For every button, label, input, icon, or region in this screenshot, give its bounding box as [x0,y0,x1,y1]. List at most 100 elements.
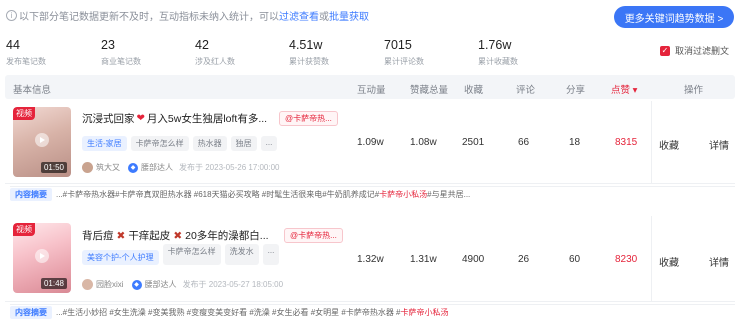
checkbox-checked-icon[interactable]: ✓ [660,45,670,56]
likes-value: 8315 [615,137,638,148]
author-name[interactable]: 园脸xixi [96,279,124,290]
content-text-tail: #与星共居... [427,190,471,199]
title-text: 月入5w女生独居loft有多... [146,113,268,125]
title-text: 沉浸式回家 [82,113,135,125]
stat-comments: 7015 累计评论数 [384,38,424,67]
stat-notes: 44 发布笔记数 [6,38,46,67]
title-text: 背后痘 [82,230,114,242]
col-likes-total[interactable]: 赞藏总量 [410,82,448,96]
topic-tag: 卡萨帝怎么样 [162,244,221,265]
col-actions: 操作 [684,85,704,96]
note-title[interactable]: 背后痘 ✖ 干痒起皮 ✖ 20多年的澡都白... [82,228,269,243]
brand-tag[interactable]: @卡萨帝热... [279,111,338,126]
content-highlight: 卡萨帝小私汤 [379,190,428,199]
shares-value: 18 [569,137,581,148]
stat-value: 4.51w [289,38,323,52]
table-row: 视频 01:50 沉浸式回家 ❤ 月入5w女生独居loft有多... @卡萨帝热… [5,101,735,184]
detail-action[interactable]: 详情 [709,137,729,152]
stat-label: 涉及红人数 [195,57,235,66]
stat-label: 累计收藏数 [478,57,518,66]
cross-icon: ✖ [116,229,126,242]
kol-level: 腰部达人 [144,280,177,289]
col-interaction[interactable]: 互动量 [357,82,386,96]
stat-label: 商业笔记数 [101,57,141,66]
col-basic-info: 基本信息 [13,85,52,96]
info-icon: i [6,10,17,21]
stat-label: 累计获赞数 [289,57,329,66]
comments-value: 26 [518,254,530,265]
video-thumbnail[interactable]: 视频 01:48 [13,223,71,293]
stat-value: 1.76w [478,38,512,52]
interaction-value: 1.09w [357,137,384,148]
title-text: 干痒起皮 [128,230,171,242]
col-favorites[interactable]: 收藏 [464,82,483,96]
stat-favorites: 1.76w 累计收藏数 [478,38,518,67]
video-duration: 01:48 [40,278,67,289]
filter-deleted-label: 取消过滤删文 [675,46,730,56]
publish-date: 发布于 2023-05-26 17:00:00 [179,163,280,172]
video-thumbnail[interactable]: 视频 01:50 [13,107,71,177]
video-badge: 视频 [13,107,35,120]
video-badge: 视频 [13,223,35,236]
heart-icon: ❤ [136,113,145,124]
play-icon [35,249,49,263]
tag-list: 美容个护-个人护理 卡萨帝怎么样 洗发水 ... [82,244,280,265]
avatar[interactable] [82,162,93,173]
more-tags[interactable]: ... [260,136,278,151]
stat-value: 23 [101,38,115,52]
detail-action[interactable]: 详情 [709,254,729,269]
tag-list: 生活-家居 卡萨帝怎么样 热水器 独居 ... [82,136,278,151]
stat-label: 累计评论数 [384,57,424,66]
author-name[interactable]: 筑大又 [96,162,120,173]
likes-value: 8230 [615,254,638,265]
kol-level: 腰部达人 [141,163,173,172]
topic-tag: 洗发水 [224,244,259,265]
favorite-action[interactable]: 收藏 [659,137,679,152]
author-meta: 筑大又 ◆ 腰部达人 发布于 2023-05-26 17:00:00 [82,162,280,173]
filter-deleted-toggle[interactable]: ✓ 取消过滤删文 [660,44,729,57]
favorites-value: 2501 [462,137,485,148]
publish-date: 发布于 2023-05-27 18:05:00 [182,280,284,289]
notice-or: 或 [319,12,329,23]
favorites-value: 4900 [462,254,485,265]
favorite-action[interactable]: 收藏 [659,254,679,269]
content-highlight: 卡萨帝小私汤 [400,308,449,317]
stat-likes: 4.51w 累计获赞数 [289,38,329,67]
col-shares[interactable]: 分享 [566,82,585,96]
content-text: ...#卡萨帝热水器#卡萨帝真双胆热水器 #618天猫必买攻略 #时髦生活很来电… [56,190,380,199]
shares-value: 60 [569,254,581,265]
more-keyword-trend-button[interactable]: 更多关键词趋势数据 > [614,6,734,28]
author-meta: 园脸xixi ◆ 腰部达人 发布于 2023-05-27 18:05:00 [82,279,283,290]
video-duration: 01:50 [40,162,67,173]
avatar[interactable] [82,279,93,290]
likes-total-value: 1.31w [410,254,437,265]
stat-influencers: 42 涉及红人数 [195,38,235,67]
topic-tag: 卡萨帝怎么样 [130,136,189,151]
interaction-value: 1.32w [357,254,384,265]
notice-bar: i 以下部分笔记数据更新不及时，互动指标未纳入统计，可以 过滤查看 或 批量获取 [6,8,369,23]
more-tags[interactable]: ... [262,244,280,265]
col-comments[interactable]: 评论 [516,82,535,96]
brand-tag[interactable]: @卡萨帝热... [284,228,343,243]
table-header: 基本信息 互动量 赞藏总量 收藏 评论 分享 点赞 ▾ 操作 [5,75,735,99]
table-row: 视频 01:48 背后痘 ✖ 干痒起皮 ✖ 20多年的澡都白... @卡萨帝热.… [5,216,735,302]
filter-view-link[interactable]: 过滤查看 [279,8,319,23]
cross-icon: ✖ [173,229,183,242]
stat-commercial-notes: 23 商业笔记数 [101,38,141,67]
comments-value: 66 [518,137,530,148]
stat-label: 发布笔记数 [6,57,46,66]
content-text: ...#生活小妙招 #女生洗澡 #变美我熟 #变瘦变美变好看 #洗澡 #女生必看… [56,308,401,317]
column-divider [651,101,652,183]
title-text: 20多年的澡都白... [185,230,269,242]
kol-level-icon: ◆ [131,279,142,290]
category-tag: 生活-家居 [82,136,127,151]
notice-text: 以下部分笔记数据更新不及时，互动指标未纳入统计，可以 [19,12,279,23]
topic-tag: 独居 [230,136,257,151]
stat-value: 42 [195,38,209,52]
batch-fetch-link[interactable]: 批量获取 [329,8,369,23]
column-divider [651,216,652,301]
content-summary-label: 内容摘要 [10,188,52,201]
stat-value: 44 [6,38,20,52]
note-title[interactable]: 沉浸式回家 ❤ 月入5w女生独居loft有多... [82,111,267,126]
col-likes-sorted[interactable]: 点赞 ▾ [611,82,637,96]
